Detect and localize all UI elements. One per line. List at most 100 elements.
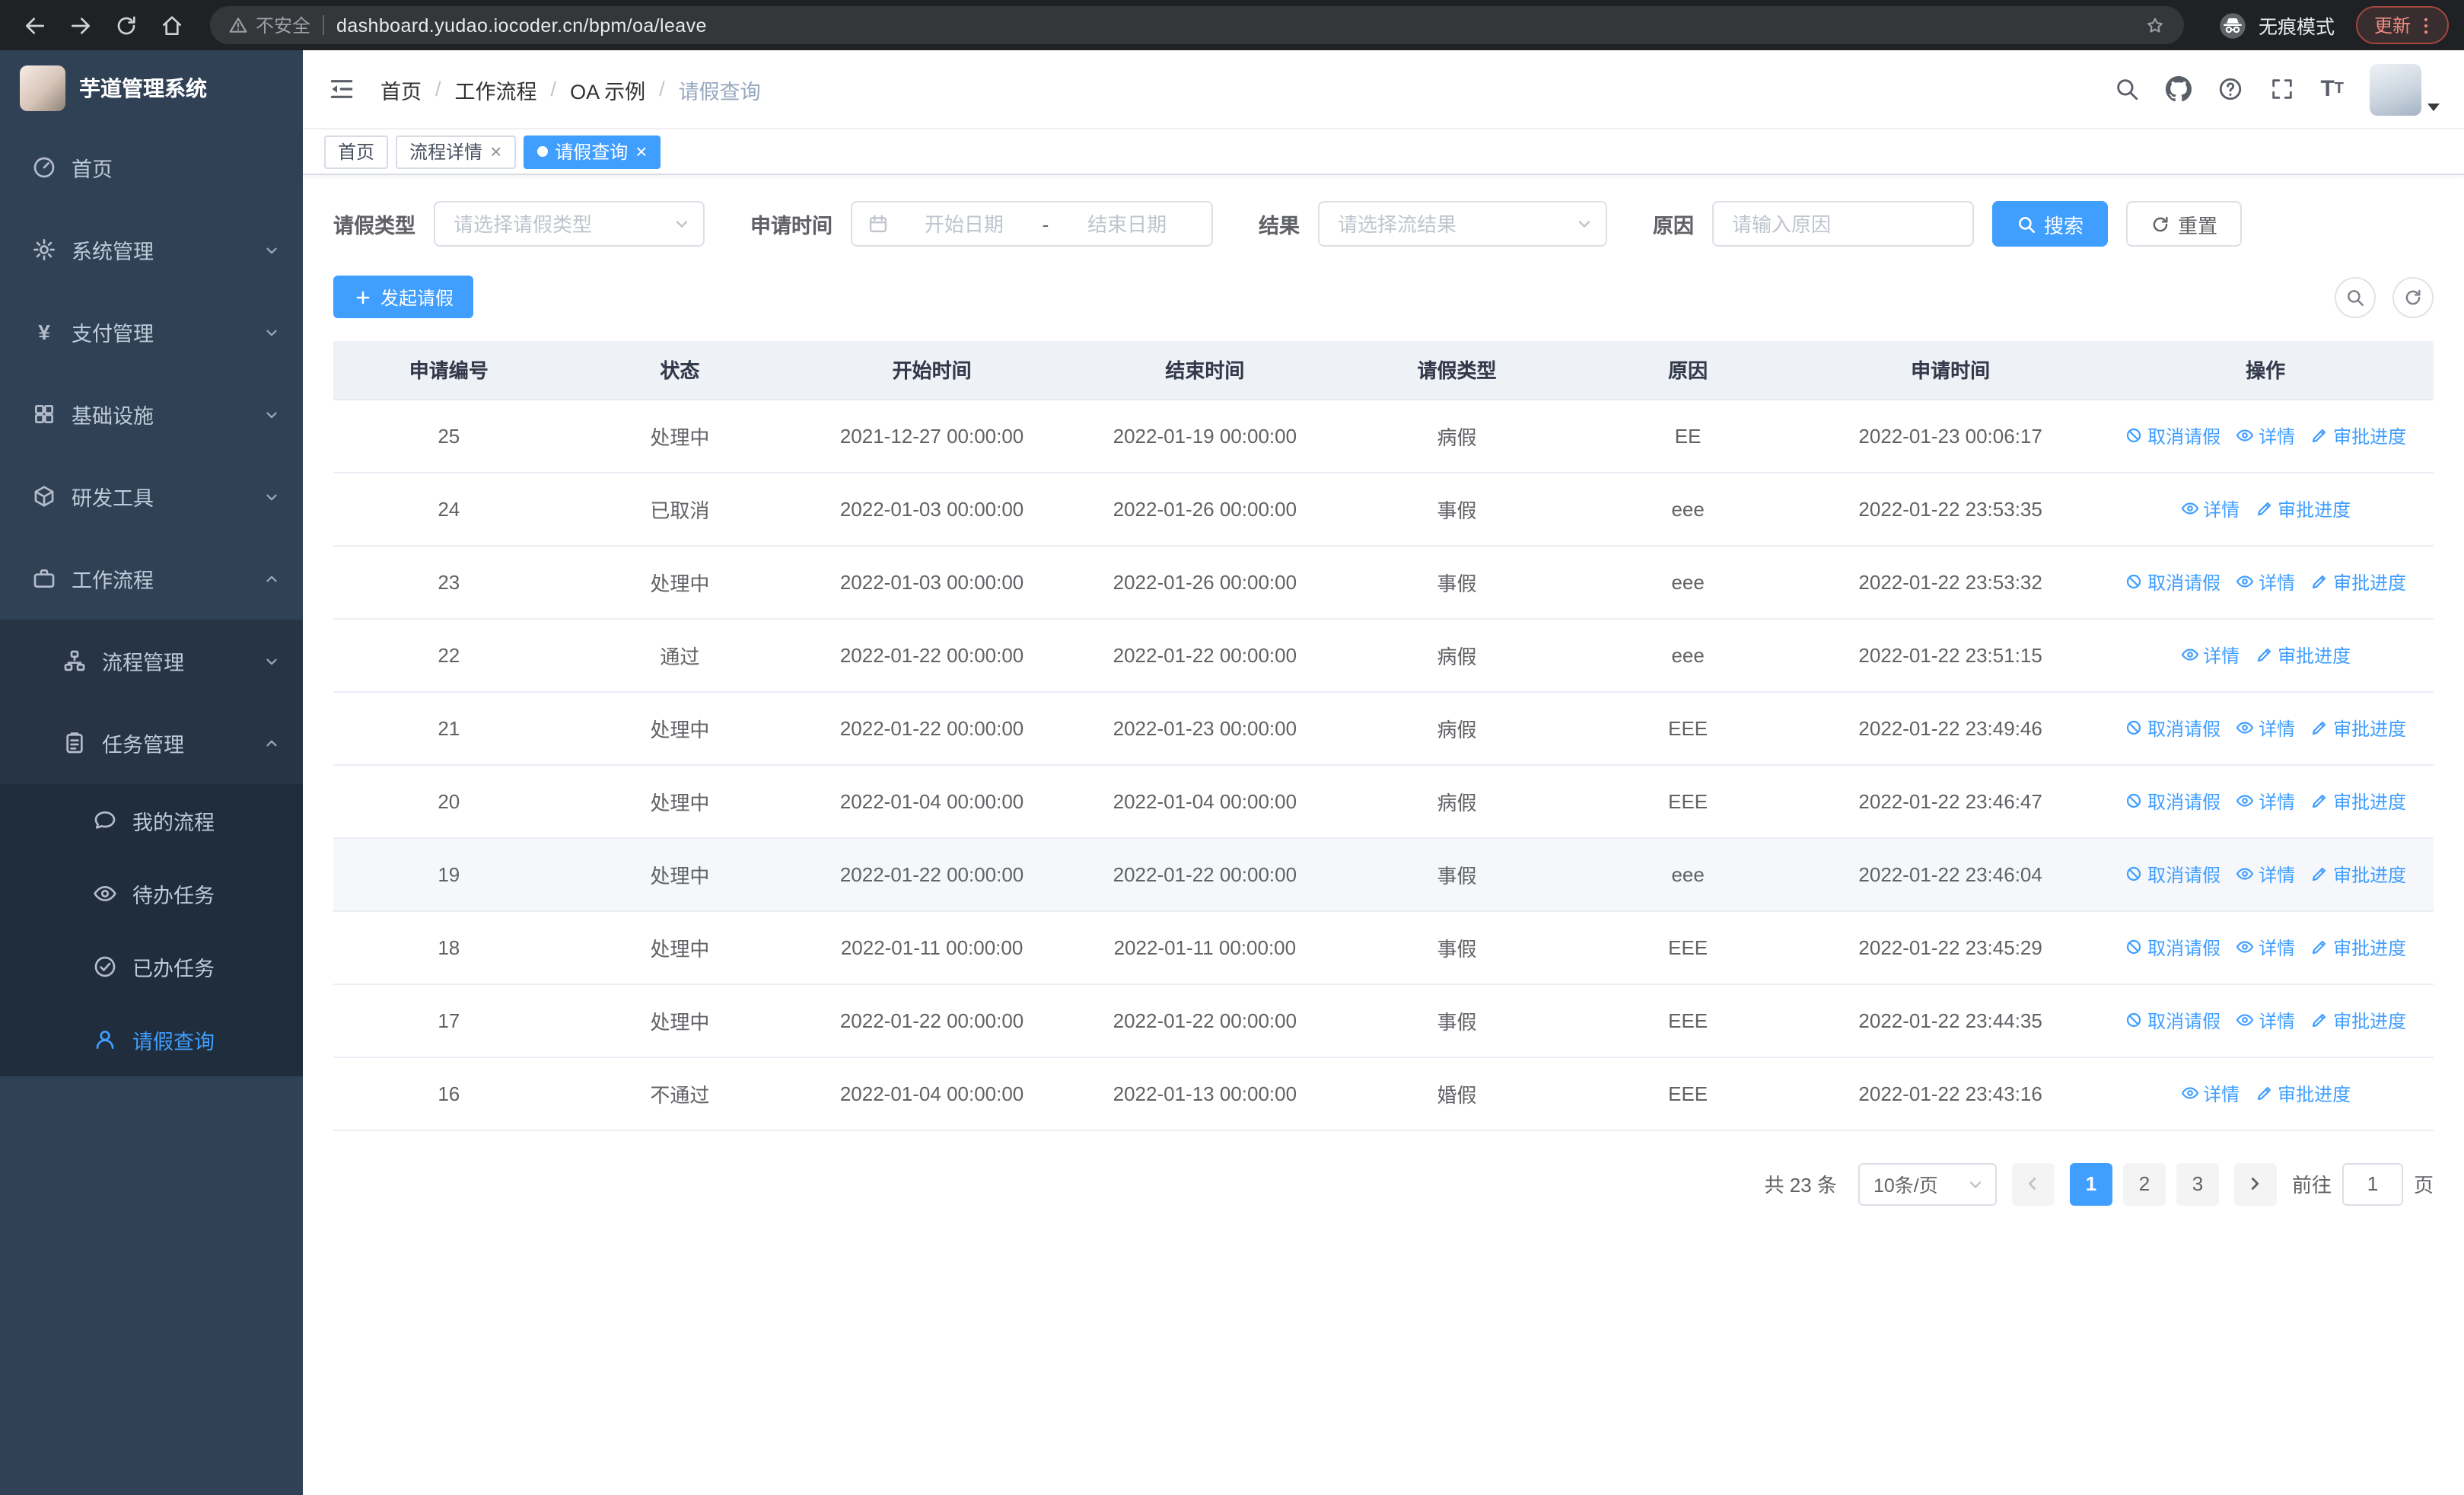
approval-progress-link[interactable]: 审批进度	[2255, 1080, 2351, 1106]
leave-type-input[interactable]	[454, 212, 673, 235]
detail-link[interactable]: 详情	[2236, 788, 2295, 814]
detail-link[interactable]: 详情	[2236, 861, 2295, 887]
sidebar-item-my-process[interactable]: 我的流程	[0, 784, 303, 857]
prev-page-button[interactable]	[2011, 1162, 2055, 1205]
cell-end-time: 2022-01-26 00:00:00	[1068, 472, 1342, 546]
sidebar-item-home[interactable]: 首页	[0, 126, 303, 209]
cancel-leave-link[interactable]: 取消请假	[2125, 861, 2220, 887]
pen-icon	[2257, 502, 2271, 516]
approval-progress-link[interactable]: 审批进度	[2255, 642, 2351, 668]
leave-type-select[interactable]	[434, 201, 705, 247]
toggle-search-button[interactable]	[2335, 276, 2376, 317]
avatar[interactable]	[2370, 63, 2421, 115]
fullscreen-button[interactable]	[2268, 76, 2294, 102]
table-row: 18 处理中 2022-01-11 00:00:00 2022-01-11 00…	[333, 910, 2434, 984]
detail-link[interactable]: 详情	[2180, 1080, 2240, 1106]
cancel-leave-link[interactable]: 取消请假	[2125, 715, 2220, 741]
cancel-leave-link[interactable]: 取消请假	[2125, 934, 2220, 960]
sidebar-fold-button[interactable]	[327, 75, 356, 104]
tab-leave-query[interactable]: 请假查询 ×	[523, 135, 661, 168]
detail-link[interactable]: 详情	[2236, 934, 2295, 960]
security-warning[interactable]: 不安全	[228, 12, 310, 38]
result-input[interactable]	[1338, 212, 1575, 235]
forward-button[interactable]	[61, 5, 100, 45]
sidebar-item-devtools[interactable]: 研发工具	[0, 455, 303, 537]
cell-status: 处理中	[564, 837, 796, 911]
search-button[interactable]: 搜索	[1992, 201, 2109, 247]
reset-button[interactable]: 重置	[2126, 201, 2243, 247]
browser-update-button[interactable]: 更新	[2355, 6, 2449, 44]
tab-process-detail[interactable]: 流程详情 ×	[396, 135, 516, 168]
reason-field[interactable]	[1712, 201, 1974, 247]
close-icon[interactable]: ×	[635, 142, 647, 161]
address-bar[interactable]: 不安全 dashboard.yudao.iocoder.cn/bpm/oa/le…	[210, 6, 2184, 44]
approval-progress-link[interactable]: 审批进度	[2310, 715, 2406, 741]
approval-progress-link[interactable]: 审批进度	[2310, 422, 2406, 448]
cell-leave-type: 病假	[1341, 764, 1573, 838]
detail-link[interactable]: 详情	[2236, 715, 2295, 741]
reason-input[interactable]	[1732, 212, 1954, 235]
approval-progress-link[interactable]: 审批进度	[2255, 496, 2351, 521]
url-text[interactable]: dashboard.yudao.iocoder.cn/bpm/oa/leave	[336, 14, 2132, 36]
home-button[interactable]	[152, 5, 192, 45]
end-date-input[interactable]	[1058, 212, 1196, 235]
refresh-table-button[interactable]	[2392, 276, 2434, 317]
active-tab-dot	[536, 146, 548, 157]
tab-home[interactable]: 首页	[324, 135, 389, 168]
page-button[interactable]: 2	[2122, 1162, 2166, 1205]
sidebar-item-done-tasks[interactable]: 已办任务	[0, 930, 303, 1003]
cancel-leave-link[interactable]: 取消请假	[2125, 1007, 2220, 1033]
detail-link[interactable]: 详情	[2180, 496, 2240, 521]
breadcrumb-item[interactable]: 首页	[380, 74, 422, 104]
pen-icon	[2313, 429, 2326, 443]
user-menu[interactable]	[2370, 63, 2440, 115]
result-select[interactable]	[1318, 201, 1607, 247]
pen-icon	[2257, 1086, 2271, 1101]
approval-progress-link[interactable]: 审批进度	[2310, 934, 2406, 960]
ban-icon	[2126, 939, 2141, 955]
date-range-picker[interactable]: -	[851, 201, 1213, 247]
back-button[interactable]	[15, 5, 55, 45]
detail-link[interactable]: 详情	[2236, 1007, 2295, 1033]
sidebar-item-infrastructure[interactable]: 基础设施	[0, 373, 303, 455]
sidebar-item-task-management[interactable]: 任务管理	[0, 702, 303, 784]
sidebar-item-workflow[interactable]: 工作流程	[0, 537, 303, 620]
next-page-button[interactable]	[2233, 1162, 2277, 1205]
detail-link[interactable]: 详情	[2180, 642, 2240, 668]
page-size-select[interactable]: 10条/页	[1858, 1162, 1997, 1205]
approval-progress-link[interactable]: 审批进度	[2310, 1007, 2406, 1033]
detail-link[interactable]: 详情	[2236, 422, 2295, 448]
reload-button[interactable]	[107, 5, 146, 45]
breadcrumb-item[interactable]: OA 示例	[570, 74, 645, 104]
cancel-leave-link[interactable]: 取消请假	[2125, 788, 2220, 814]
cancel-leave-link[interactable]: 取消请假	[2125, 422, 2220, 448]
sidebar-item-process-management[interactable]: 流程管理	[0, 620, 303, 702]
page-button[interactable]: 3	[2176, 1162, 2219, 1205]
close-icon[interactable]: ×	[490, 142, 501, 161]
cell-start-time: 2021-12-27 00:00:00	[795, 399, 1068, 473]
bookmark-star-icon[interactable]	[2144, 14, 2166, 36]
github-link[interactable]	[2165, 76, 2192, 102]
font-size-button[interactable]: TT	[2320, 78, 2344, 100]
sidebar-item-todo-tasks[interactable]: 待办任务	[0, 857, 303, 930]
cell-apply-id: 23	[333, 545, 565, 619]
header-search-button[interactable]	[2113, 76, 2139, 102]
browser-menu-icon[interactable]	[2415, 14, 2437, 36]
sidebar-item-payment[interactable]: ¥ 支付管理	[0, 291, 303, 373]
approval-progress-link[interactable]: 审批进度	[2310, 861, 2406, 887]
cell-start-time: 2022-01-22 00:00:00	[795, 837, 1068, 911]
sidebar-item-system[interactable]: 系统管理	[0, 209, 303, 291]
table-header: 申请编号 状态 开始时间 结束时间 请假类型 原因 申请时间 操作	[333, 341, 2434, 400]
approval-progress-link[interactable]: 审批进度	[2310, 569, 2406, 594]
start-date-input[interactable]	[895, 212, 1033, 235]
approval-progress-link[interactable]: 审批进度	[2310, 788, 2406, 814]
create-leave-button[interactable]: 发起请假	[333, 276, 474, 318]
cancel-leave-link[interactable]: 取消请假	[2125, 569, 2220, 594]
page-button[interactable]: 1	[2069, 1162, 2112, 1205]
cell-apply-time: 2022-01-22 23:43:16	[1803, 1057, 2098, 1130]
sidebar-item-leave-query[interactable]: 请假查询	[0, 1003, 303, 1076]
breadcrumb-item[interactable]: 工作流程	[455, 74, 537, 104]
help-button[interactable]	[2217, 76, 2243, 102]
detail-link[interactable]: 详情	[2236, 569, 2295, 594]
goto-page-input[interactable]	[2341, 1162, 2403, 1205]
